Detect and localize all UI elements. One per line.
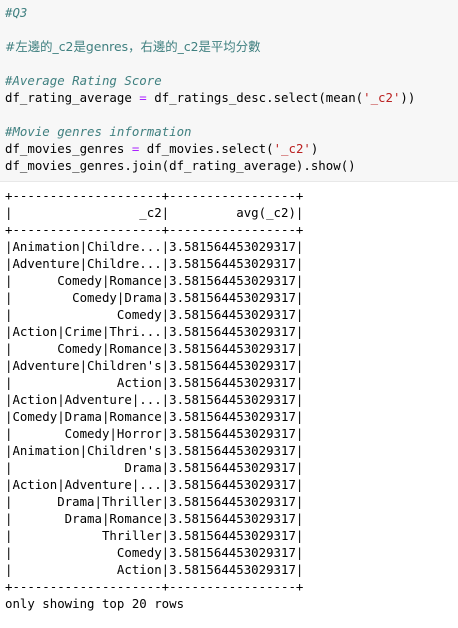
- table-border-bottom: +--------------------+-----------------+: [5, 579, 304, 594]
- table-row: |Animation|Childre...|3.581564453029317|: [5, 239, 304, 254]
- table-row: |Action|Crime|Thri...|3.581564453029317|: [5, 324, 304, 339]
- code-line-rating-average: df_rating_average = df_ratings_desc.sele…: [5, 89, 415, 106]
- table-row: | Action|3.581564453029317|: [5, 562, 304, 577]
- code-line-average-comment: #Average Rating Score: [5, 72, 415, 89]
- table-row: | Drama|Thriller|3.581564453029317|: [5, 494, 304, 509]
- table-row: |Action|Adventure|...|3.581564453029317|: [5, 392, 304, 407]
- function-call: df_ratings_desc.select(mean(: [154, 90, 364, 105]
- output-footer-note: only showing top 20 rows: [5, 596, 185, 611]
- table-row: |Adventure|Children's|3.581564453029317|: [5, 358, 304, 373]
- code-line-movie-comment: #Movie genres information: [5, 123, 415, 140]
- comment-text: #Q3: [5, 5, 28, 20]
- code-line-blank-1: [5, 21, 415, 38]
- closing-parens: )): [400, 90, 416, 105]
- table-row: | Thriller|3.581564453029317|: [5, 528, 304, 543]
- string-literal: '_c2': [363, 90, 401, 105]
- code-line-movies-genres: df_movies_genres = df_movies.select('_c2…: [5, 140, 415, 157]
- table-row: | Comedy|Romance|3.581564453029317|: [5, 273, 304, 288]
- cell-output: +--------------------+-----------------+…: [5, 187, 303, 612]
- table-row: | Comedy|Romance|3.581564453029317|: [5, 341, 304, 356]
- table-row: | Comedy|Drama|3.581564453029317|: [5, 290, 304, 305]
- variable-name: df_movies_genres: [5, 141, 125, 156]
- table-row: | Drama|Romance|3.581564453029317|: [5, 511, 304, 526]
- function-call: df_movies_genres.join(df_rating_average)…: [5, 158, 356, 173]
- comment-text: #左邊的_c2是genres，右邊的_c2是平均分數: [5, 39, 261, 54]
- table-row: | Comedy|Horror|3.581564453029317|: [5, 426, 304, 441]
- string-literal: '_c2': [273, 141, 311, 156]
- table-row: |Action|Adventure|...|3.581564453029317|: [5, 477, 304, 492]
- table-row: | Comedy|3.581564453029317|: [5, 545, 304, 560]
- table-row: |Adventure|Childre...|3.581564453029317|: [5, 256, 304, 271]
- code-line-blank-2: [5, 55, 415, 72]
- code-editor[interactable]: #Q3 #左邊的_c2是genres，右邊的_c2是平均分數 #Average Ra…: [5, 4, 415, 174]
- code-input-cell[interactable]: #Q3 #左邊的_c2是genres，右邊的_c2是平均分數 #Average Ra…: [0, 0, 458, 182]
- variable-name: df_rating_average: [5, 90, 132, 105]
- table-row: |Comedy|Drama|Romance|3.581564453029317|: [5, 409, 304, 424]
- comment-text: #Movie genres information: [5, 124, 192, 139]
- assignment-operator: =: [139, 90, 147, 105]
- table-row: |Animation|Children's|3.581564453029317|: [5, 443, 304, 458]
- table-row: | Action|3.581564453029317|: [5, 375, 304, 390]
- code-line-blank-3: [5, 106, 415, 123]
- table-border-header: +--------------------+-----------------+: [5, 222, 304, 237]
- comment-text: #Average Rating Score: [5, 73, 162, 88]
- function-call: df_movies.select(: [146, 141, 274, 156]
- table-border-top: +--------------------+-----------------+: [5, 188, 304, 203]
- code-line-q3-comment: #Q3: [5, 4, 415, 21]
- code-line-description-comment: #左邊的_c2是genres，右邊的_c2是平均分數: [5, 38, 415, 55]
- closing-parens: ): [310, 141, 319, 156]
- table-header: | _c2| avg(_c2)|: [5, 205, 304, 220]
- table-row: | Comedy|3.581564453029317|: [5, 307, 304, 322]
- code-line-join-show: df_movies_genres.join(df_rating_average)…: [5, 157, 415, 174]
- assignment-operator: =: [131, 141, 140, 156]
- table-row: | Drama|3.581564453029317|: [5, 460, 304, 475]
